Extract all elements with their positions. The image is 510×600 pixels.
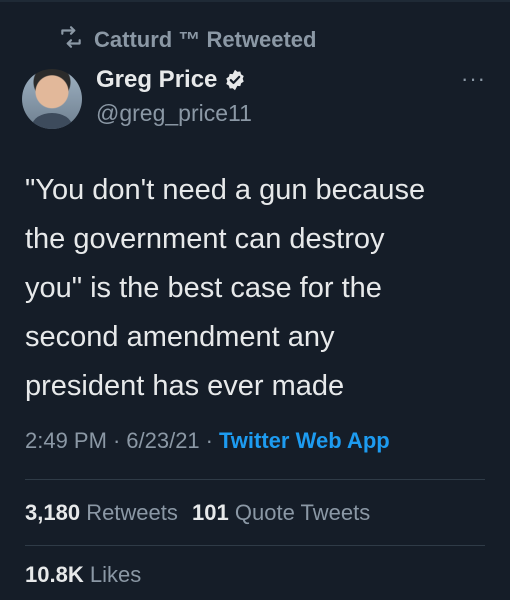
quotes-link[interactable]: 101 Quote Tweets: [192, 500, 370, 525]
retweet-context-text: Catturd ™ Retweeted: [94, 27, 317, 52]
tweet-time[interactable]: 2:49 PM: [25, 428, 107, 454]
avatar[interactable]: [22, 69, 82, 129]
author-name-row[interactable]: Greg Price: [96, 66, 247, 94]
meta-separator: ·: [112, 428, 121, 453]
likes-label: Likes: [89, 562, 142, 587]
author-handle[interactable]: @greg_price11: [96, 100, 252, 127]
retweets-count: 3,180: [25, 500, 81, 525]
tweet-meta: 2:49 PM · 6/23/21 · Twitter Web App: [25, 428, 390, 454]
quotes-count: 101: [192, 500, 229, 525]
likes-link[interactable]: 10.8K Likes: [25, 562, 141, 588]
retweets-label: Retweets: [86, 500, 178, 525]
retweet-context[interactable]: Catturd ™ Retweeted: [58, 24, 316, 56]
tweet-text: "You don't need a gun because the govern…: [25, 174, 426, 402]
retweets-link[interactable]: 3,180 Retweets: [25, 500, 184, 525]
tweet-date[interactable]: 6/23/21: [126, 428, 199, 454]
verified-badge-icon: [223, 68, 247, 92]
meta-separator: ·: [205, 428, 213, 453]
divider: [25, 545, 485, 546]
divider: [25, 479, 485, 480]
author-name: Greg Price: [96, 66, 218, 93]
retweet-icon: [58, 24, 84, 56]
top-border: [0, 0, 510, 2]
quotes-label: Quote Tweets: [234, 500, 371, 525]
engagement-stats: 3,180 Retweets 101 Quote Tweets: [25, 500, 370, 526]
likes-count: 10.8K: [25, 562, 84, 587]
tweet-source-app[interactable]: Twitter Web App: [219, 428, 390, 454]
more-icon[interactable]: ···: [461, 66, 486, 92]
